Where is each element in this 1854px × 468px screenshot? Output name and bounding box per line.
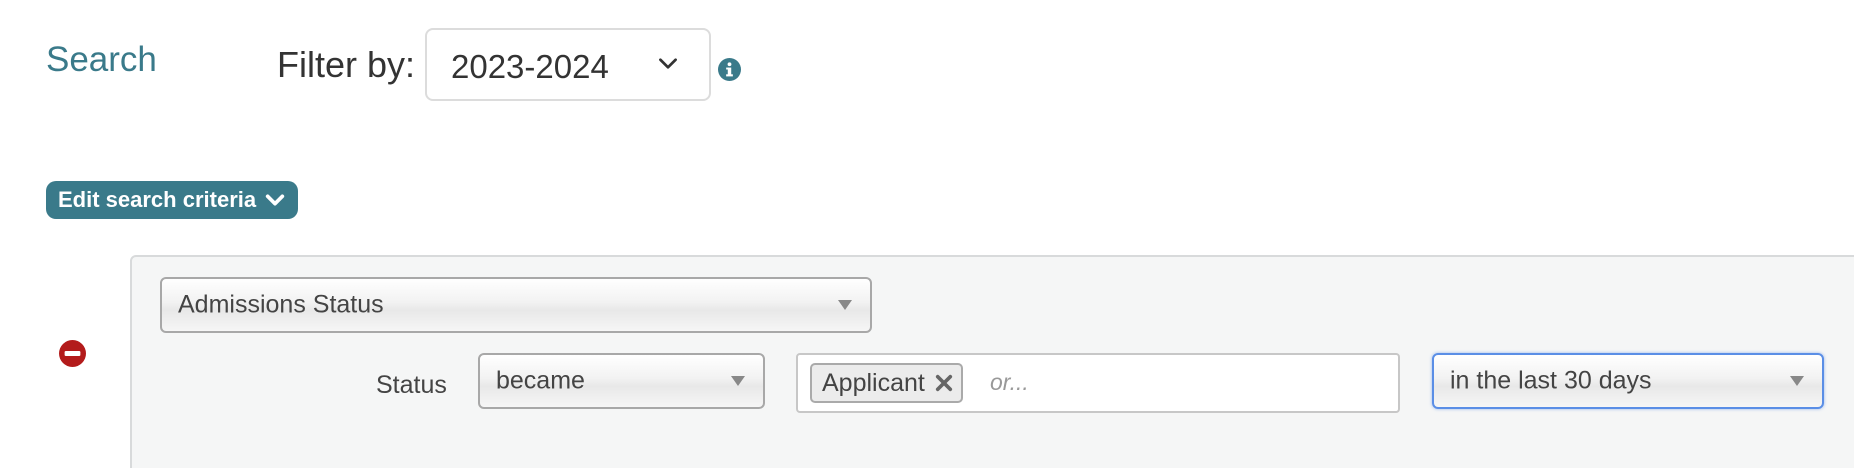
filter-label: Filter by: (277, 44, 416, 85)
remove-criterion-icon[interactable] (59, 340, 86, 367)
info-icon[interactable] (718, 58, 741, 81)
operator-select-value: became (496, 366, 585, 395)
field-select-value: Admissions Status (178, 290, 384, 319)
edit-search-criteria-button[interactable]: Edit search criteria (46, 181, 299, 219)
date-range-select-value: in the last 30 days (1450, 366, 1652, 395)
dropdown-arrow-icon (731, 376, 745, 386)
status-tags-input[interactable]: Applicant or... (796, 353, 1400, 413)
dropdown-arrow-icon (838, 300, 852, 310)
search-link[interactable]: Search (46, 40, 157, 80)
date-range-select[interactable]: in the last 30 days (1432, 353, 1824, 409)
year-filter-select[interactable]: 2023-2024 (425, 28, 711, 101)
chevron-down-icon (265, 194, 285, 206)
operator-select[interactable]: became (478, 353, 765, 409)
tag-chip-label: Applicant (822, 368, 925, 397)
year-filter-value: 2023-2024 (451, 48, 609, 85)
dropdown-arrow-icon (1790, 376, 1804, 386)
search-page: Search Filter by: 2023-2024 Edit search … (0, 0, 1854, 468)
field-select[interactable]: Admissions Status (160, 277, 872, 333)
tag-chip: Applicant (810, 363, 963, 403)
tags-placeholder[interactable]: or... (990, 369, 1029, 396)
close-icon[interactable] (935, 374, 953, 392)
edit-search-criteria-label: Edit search criteria (58, 187, 257, 212)
chevron-down-icon (659, 58, 677, 69)
status-label: Status (376, 371, 447, 399)
